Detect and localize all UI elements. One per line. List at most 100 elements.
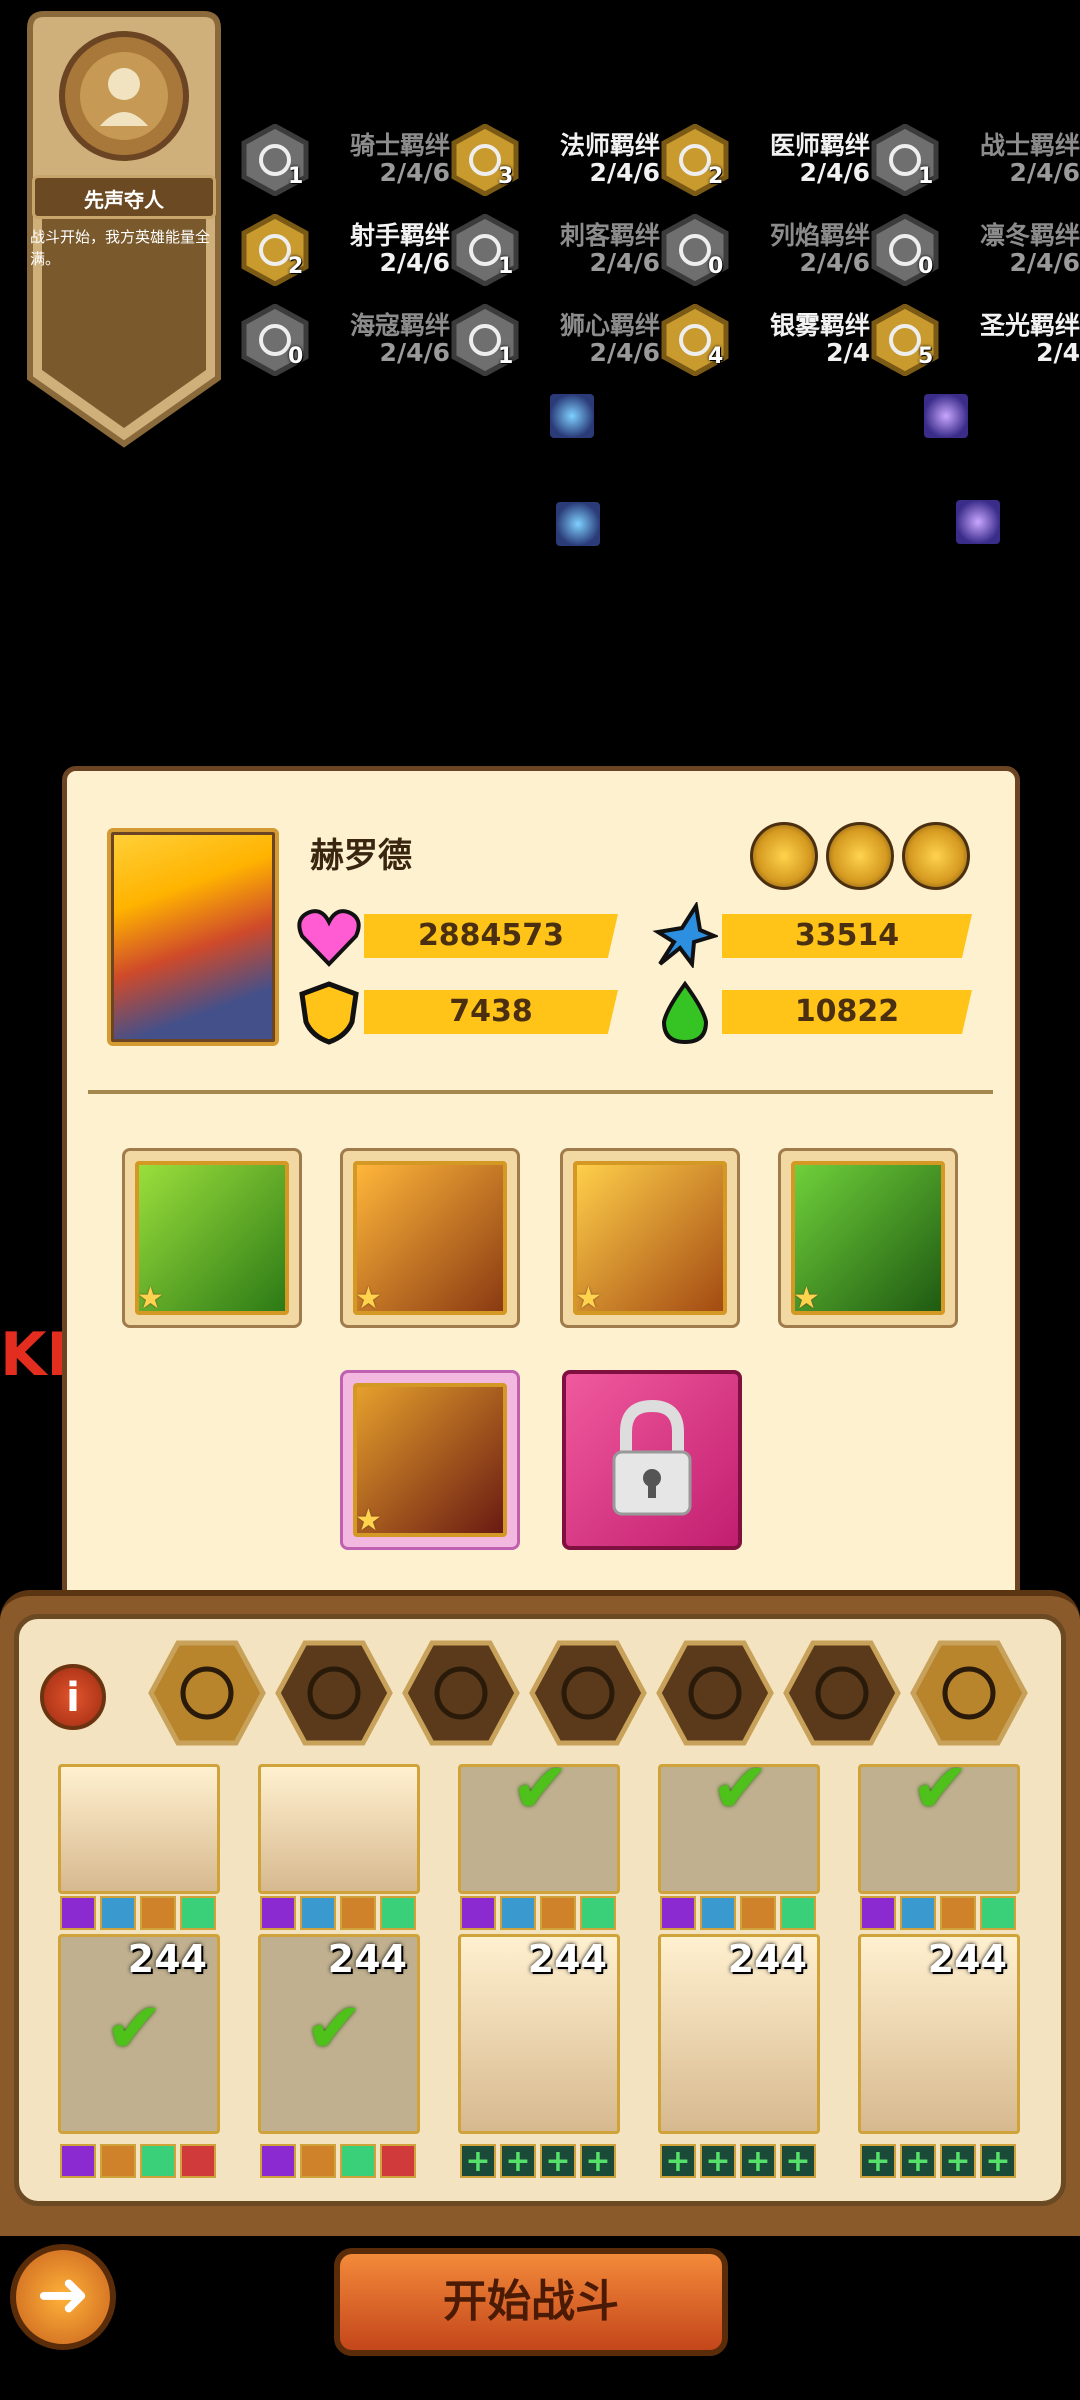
- bond-name: 狮心羁绊: [559, 311, 660, 340]
- equip-mini-icon: [340, 2144, 376, 2178]
- equip-mini-icon: [380, 1896, 416, 1930]
- add-equip-button[interactable]: +: [460, 2144, 496, 2178]
- locked-slot[interactable]: [562, 1370, 742, 1550]
- checkmark-icon: ✔: [305, 1987, 364, 2069]
- equip-mini-icon: [60, 2144, 96, 2178]
- bond-4[interactable]: 2 射手羁绊 2/4/6: [240, 208, 450, 288]
- bond-name: 骑士羁绊: [349, 131, 450, 160]
- bond-tiers: 2/4/6: [589, 338, 660, 367]
- bond-8[interactable]: 0 海寇羁绊 2/4/6: [240, 298, 450, 378]
- hero-card[interactable]: 244: [858, 1934, 1020, 2134]
- hero-level: 244: [727, 1937, 807, 1981]
- ring-icon[interactable]: [956, 500, 1000, 544]
- back-button[interactable]: ➜: [10, 2244, 116, 2350]
- equip-mini-icon: [340, 1896, 376, 1930]
- equip-mini-icon: [300, 1896, 336, 1930]
- equip-mini-icon: [180, 1896, 216, 1930]
- add-equip-button[interactable]: +: [660, 2144, 696, 2178]
- hero-card[interactable]: [58, 1764, 220, 1894]
- skill-slot-3[interactable]: ★: [560, 1148, 740, 1328]
- bond-count: 0: [918, 254, 934, 279]
- bond-name: 医师羁绊: [769, 131, 870, 160]
- bond-tiers: 2/4/6: [589, 158, 660, 187]
- skill-slot-5[interactable]: ★: [340, 1370, 520, 1550]
- item-icon[interactable]: [556, 502, 600, 546]
- sword-equip-icon[interactable]: [826, 822, 894, 890]
- fire-faction-icon[interactable]: [275, 1640, 393, 1746]
- bond-tiers: 2/4/6: [379, 338, 450, 367]
- light-faction-icon[interactable]: [910, 1640, 1028, 1746]
- info-button[interactable]: i: [40, 1664, 106, 1730]
- bond-count: 4: [708, 344, 724, 369]
- equip-slot-icon[interactable]: [750, 822, 818, 890]
- skill-slot-4[interactable]: ★: [778, 1148, 958, 1328]
- skill-slot-1[interactable]: ★: [122, 1148, 302, 1328]
- add-equip-button[interactable]: +: [980, 2144, 1016, 2178]
- hero-card[interactable]: 244: [458, 1934, 620, 2134]
- wind-faction-icon[interactable]: [529, 1640, 647, 1746]
- energy-value: 10822: [722, 990, 972, 1034]
- bond-0[interactable]: 1 骑士羁绊 2/4/6: [240, 118, 450, 198]
- ring-icon[interactable]: [924, 394, 968, 438]
- defense-value: 7438: [364, 990, 618, 1034]
- hero-card[interactable]: ✔: [458, 1764, 620, 1894]
- back-arrow-icon: ➜: [36, 2258, 90, 2332]
- bond-5[interactable]: 1 刺客羁绊 2/4/6: [450, 208, 660, 288]
- hero-card[interactable]: ✔: [858, 1764, 1020, 1894]
- star-icon: ★: [575, 1281, 602, 1316]
- equip-mini-icon: [380, 2144, 416, 2178]
- add-equip-button[interactable]: +: [900, 2144, 936, 2178]
- nature-faction-icon[interactable]: [656, 1640, 774, 1746]
- hero-name: 赫罗德: [310, 836, 412, 876]
- hero-card[interactable]: 244: [658, 1934, 820, 2134]
- bond-11[interactable]: 5 圣光羁绊 2/4: [870, 298, 1080, 378]
- hero-card[interactable]: [258, 1764, 420, 1894]
- bond-tiers: 2/4: [1036, 338, 1080, 367]
- bond-tiers: 2/4/6: [379, 248, 450, 277]
- equip-mini-icon: [260, 2144, 296, 2178]
- add-equip-button[interactable]: +: [540, 2144, 576, 2178]
- bond-6[interactable]: 0 列焰羁绊 2/4/6: [660, 208, 870, 288]
- equip-mini-icon: [740, 1896, 776, 1930]
- add-equip-button[interactable]: +: [860, 2144, 896, 2178]
- bond-tiers: 2/4/6: [1009, 158, 1080, 187]
- star-icon: ★: [355, 1281, 382, 1316]
- add-equip-button[interactable]: +: [500, 2144, 536, 2178]
- start-battle-button[interactable]: 开始战斗: [334, 2248, 728, 2356]
- hero-card[interactable]: 244 ✔: [58, 1934, 220, 2134]
- bond-9[interactable]: 1 狮心羁绊 2/4/6: [450, 298, 660, 378]
- all-factions-icon[interactable]: [148, 1640, 266, 1746]
- bond-count: 1: [498, 254, 514, 279]
- hero-portrait[interactable]: [107, 828, 279, 1046]
- frost-faction-icon[interactable]: [402, 1640, 520, 1746]
- hero-card[interactable]: 244 ✔: [258, 1934, 420, 2134]
- add-equip-button[interactable]: +: [780, 2144, 816, 2178]
- bond-1[interactable]: 3 法师羁绊 2/4/6: [450, 118, 660, 198]
- equip-mini-icon: [100, 2144, 136, 2178]
- skill-slot-2[interactable]: ★: [340, 1148, 520, 1328]
- panel-divider: [88, 1090, 993, 1094]
- bond-3[interactable]: 1 战士羁绊 2/4/6: [870, 118, 1080, 198]
- add-equip-button[interactable]: +: [700, 2144, 736, 2178]
- bond-name: 列焰羁绊: [769, 221, 870, 250]
- bond-count: 1: [498, 344, 514, 369]
- bond-count: 2: [708, 164, 724, 189]
- hero-card[interactable]: ✔: [658, 1764, 820, 1894]
- equip-mini-icon: [300, 2144, 336, 2178]
- bond-2[interactable]: 2 医师羁绊 2/4/6: [660, 118, 870, 198]
- bond-tiers: 2/4/6: [1009, 248, 1080, 277]
- bond-10[interactable]: 4 银雾羁绊 2/4: [660, 298, 870, 378]
- add-equip-button[interactable]: +: [740, 2144, 776, 2178]
- staff-equip-icon[interactable]: [902, 822, 970, 890]
- shadow-faction-icon[interactable]: [783, 1640, 901, 1746]
- item-icon[interactable]: [550, 394, 594, 438]
- equip-mini-icon: [460, 1896, 496, 1930]
- star-icon: ★: [793, 1281, 820, 1316]
- add-equip-button[interactable]: +: [580, 2144, 616, 2178]
- bond-7[interactable]: 0 凛冬羁绊 2/4/6: [870, 208, 1080, 288]
- checkmark-icon: ✔: [511, 1764, 570, 1829]
- add-equip-button[interactable]: +: [940, 2144, 976, 2178]
- equip-mini-icon: [660, 1896, 696, 1930]
- hp-value: 2884573: [364, 914, 618, 958]
- heart-icon: [297, 909, 361, 967]
